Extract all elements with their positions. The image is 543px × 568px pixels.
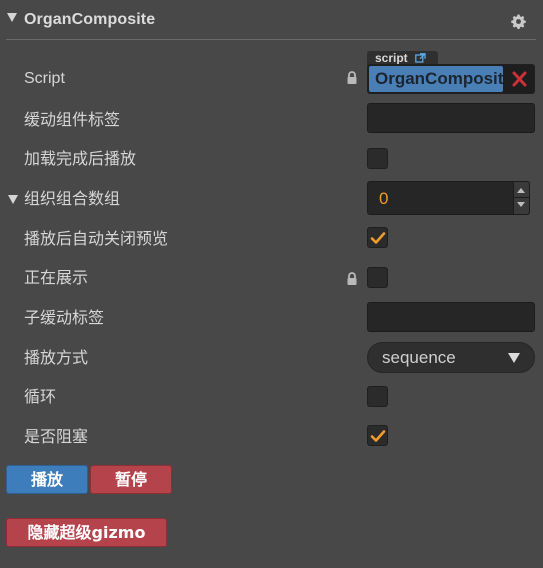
chevron-down-icon [508,353,520,363]
collapse-triangle-icon[interactable] [7,13,17,22]
pause-button[interactable]: 暂停 [90,465,172,494]
script-tag-label: script [375,51,408,65]
play-after-load-checkbox[interactable] [367,148,388,169]
showing-label: 正在展示 [24,268,89,287]
component-title: OrganComposite [24,11,156,28]
play-mode-value: sequence [382,348,456,367]
hide-gizmo-button[interactable]: 隐藏超级gizmo [6,518,167,547]
play-button[interactable]: 播放 [6,465,88,494]
header-divider [6,39,536,40]
spinner-down-icon[interactable] [517,202,525,207]
loop-checkbox[interactable] [367,386,388,407]
organ-array-size-input[interactable]: 0 [367,181,530,215]
close-x-icon[interactable] [506,66,533,92]
child-tween-tag-label: 子缓动标签 [24,308,105,327]
play-after-load-label: 加载完成后播放 [24,149,137,168]
spinner-divider [514,197,529,198]
showing-checkbox[interactable] [367,267,388,288]
component-header: OrganComposite [0,0,543,40]
blocking-label: 是否阻塞 [24,427,89,446]
checkmark-icon [370,232,386,244]
auto-close-preview-label: 播放后自动关闭预览 [24,229,169,248]
play-mode-select[interactable]: sequence [367,342,535,373]
script-label: Script [24,70,65,87]
loop-label: 循环 [24,387,57,406]
lock-icon [347,71,357,84]
number-spinner[interactable] [513,181,530,215]
script-asset-field[interactable]: OrganComposite [367,64,535,94]
tween-tag-input[interactable] [367,103,535,133]
lock-icon [347,272,357,285]
blocking-checkbox[interactable] [367,425,388,446]
external-link-icon[interactable] [415,53,426,63]
script-asset-value[interactable]: OrganComposite [369,66,503,92]
organ-array-size-value: 0 [379,189,389,208]
organ-array-label: 组织组合数组 [24,189,121,208]
checkmark-icon [370,430,386,442]
gear-icon[interactable] [511,14,526,29]
auto-close-preview-checkbox[interactable] [367,227,388,248]
play-mode-label: 播放方式 [24,348,89,367]
spinner-up-icon[interactable] [517,188,525,193]
tween-tag-label: 缓动组件标签 [24,110,121,129]
expand-triangle-icon[interactable] [8,195,18,204]
child-tween-tag-input[interactable] [367,302,535,332]
